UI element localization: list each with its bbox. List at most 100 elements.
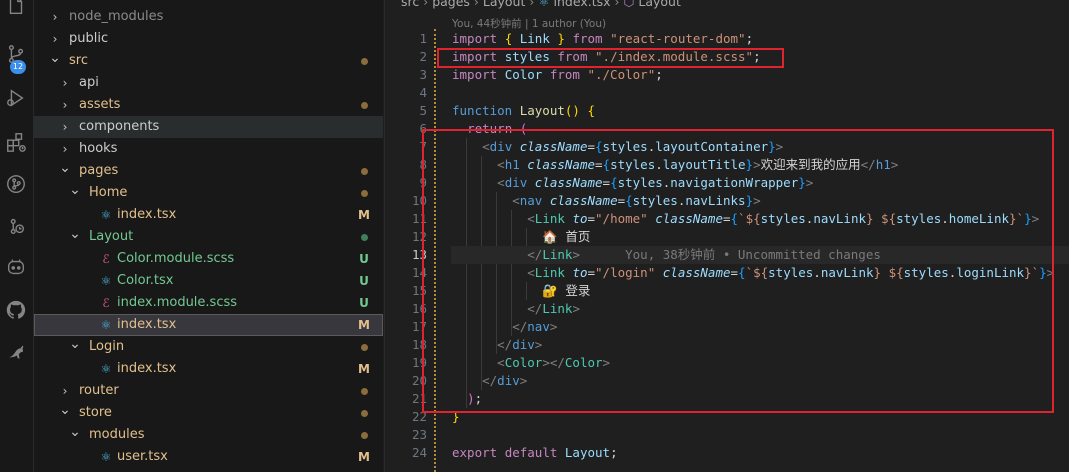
chevron-right-icon[interactable]: ›	[58, 138, 72, 160]
chevron-right-icon[interactable]: ›	[58, 380, 72, 402]
tree-folder[interactable]: › assets	[34, 94, 383, 116]
github-icon[interactable]	[4, 298, 28, 322]
line-number: 5	[419, 103, 427, 118]
chevron-down-icon[interactable]: ⌄	[68, 182, 82, 204]
code-token: from	[549, 67, 588, 82]
tree-file[interactable]: ⚛ Color.tsx U	[34, 270, 383, 292]
git-status-dot	[358, 160, 370, 182]
react-file-icon: ⚛	[100, 362, 112, 376]
remote-explorer-icon[interactable]	[4, 214, 28, 238]
files-icon[interactable]	[4, 0, 28, 18]
code-editor[interactable]: src › pages › Layout › ⚛ index.tsx › ⬡ L…	[384, 0, 1069, 472]
chevron-down-icon[interactable]: ⌄	[58, 402, 72, 424]
tree-file[interactable]: ℰ Color.module.scss U	[34, 248, 383, 270]
tree-folder[interactable]: ⌄ Login	[34, 336, 383, 358]
code-token: ;	[745, 31, 754, 46]
code-token: import	[452, 67, 505, 82]
tree-item-label: node_modules	[69, 9, 164, 24]
react-file-icon: ⚛	[538, 0, 554, 9]
code-token: Color	[504, 67, 550, 82]
breadcrumb-separator: ›	[469, 0, 483, 9]
tree-folder[interactable]: › router	[34, 380, 383, 402]
git-status-badge: U	[359, 252, 369, 266]
code-line[interactable]: export default Layout;	[452, 444, 618, 462]
line-number: 21	[411, 391, 427, 406]
git-status-badge: M	[358, 450, 370, 464]
tree-folder[interactable]: › components	[34, 116, 383, 138]
chevron-down-icon[interactable]: ⌄	[48, 50, 62, 72]
chevron-right-icon[interactable]: ›	[48, 28, 62, 50]
tree-folder[interactable]: › hooks	[34, 138, 383, 160]
sass-file-icon: ℰ	[102, 252, 110, 266]
copilot-icon[interactable]	[4, 255, 28, 279]
tree-item-label: Login	[89, 339, 125, 354]
tree-folder[interactable]: ⌄ pages	[34, 160, 383, 182]
react-file-icon: ⚛	[100, 450, 112, 464]
chevron-down-icon[interactable]: ⌄	[68, 424, 82, 446]
chevron-right-icon[interactable]: ›	[58, 72, 72, 94]
git-graph-icon[interactable]	[4, 172, 28, 196]
tree-file[interactable]: ⚛ user.tsx M	[34, 446, 383, 468]
chevron-right-icon[interactable]: ›	[58, 94, 72, 116]
tree-folder[interactable]: ⌄ store	[34, 402, 383, 424]
tree-file[interactable]: ℰindex.module.scss U	[34, 292, 383, 314]
tree-folder[interactable]: ⌄ Home	[34, 182, 383, 204]
code-token: from	[572, 31, 611, 46]
code-token: Layout	[564, 445, 611, 460]
extensions-icon[interactable]	[4, 130, 28, 154]
tree-folder[interactable]: ⌄ src	[34, 50, 383, 72]
chevron-right-icon[interactable]: ›	[58, 116, 72, 138]
breadcrumb-item[interactable]: Layout	[483, 0, 526, 9]
tree-item-label: api	[79, 75, 99, 90]
activity-bar: 12	[0, 0, 34, 472]
tree-folder[interactable]: › api	[34, 72, 383, 94]
tree-folder[interactable]: › public	[34, 28, 383, 50]
chevron-down-icon[interactable]: ⌄	[58, 160, 72, 182]
git-status-badge: M	[358, 208, 370, 222]
tree-item-label: public	[69, 31, 109, 46]
code-token: "react-router-dom"	[610, 31, 746, 46]
breadcrumb-item[interactable]: src	[401, 0, 419, 9]
chevron-down-icon[interactable]: ⌄	[68, 336, 82, 358]
chevron-down-icon[interactable]: ⌄	[68, 226, 82, 248]
breadcrumb-separator: ›	[610, 0, 624, 9]
tree-file[interactable]: ⚛ index.tsx M	[34, 314, 383, 336]
tree-file[interactable]: ⚛ index.tsx M	[34, 358, 383, 380]
line-number: 23	[411, 427, 427, 442]
tree-folder[interactable]: ⌄ Layout	[34, 226, 383, 248]
run-debug-icon[interactable]	[4, 86, 28, 110]
line-number: 11	[411, 211, 427, 226]
line-number: 12	[411, 229, 427, 244]
breadcrumb: src › pages › Layout › ⚛ index.tsx › ⬡ L…	[401, 0, 681, 10]
tree-item-label: pages	[79, 163, 119, 178]
chevron-right-icon[interactable]: ›	[48, 6, 62, 28]
breadcrumb-item[interactable]: pages	[432, 0, 470, 9]
code-line[interactable]: import Color from "./Color";	[452, 66, 663, 84]
tree-item-label: user.tsx	[117, 449, 168, 464]
code-token: }	[557, 31, 573, 46]
explorer-panel: › node_modules › public ⌄ src › api › assets › comp…	[34, 0, 383, 472]
line-number: 2	[419, 49, 427, 64]
breadcrumb-item[interactable]: Layout	[638, 0, 681, 9]
tree-item-label: index.tsx	[117, 207, 177, 222]
git-status-dot	[358, 402, 370, 424]
code-line[interactable]: import { Link } from "react-router-dom";	[452, 30, 753, 48]
tree-file[interactable]: ⚛ index.tsx M	[34, 204, 383, 226]
tree-folder[interactable]: › node_modules	[34, 6, 383, 28]
line-number: 10	[411, 193, 427, 208]
line-number: 3	[419, 67, 427, 82]
tree-folder[interactable]: ⌄ modules	[34, 424, 383, 446]
git-status-badge: U	[359, 274, 369, 288]
blame-codelens[interactable]: You, 44秒钟前 | 1 author (You)	[452, 16, 606, 31]
code-token: {	[504, 31, 520, 46]
code-line[interactable]: function Layout() {	[452, 102, 595, 120]
tree-item-label: assets	[79, 97, 121, 112]
line-number: 16	[411, 301, 427, 316]
breadcrumb-separator: ›	[419, 0, 433, 9]
kangaroo-icon[interactable]	[4, 340, 28, 364]
annotation-box-import	[437, 48, 784, 68]
line-number: 9	[419, 175, 427, 190]
code-token: Layout	[519, 103, 565, 118]
breadcrumb-item[interactable]: index.tsx	[554, 0, 611, 9]
line-number: 6	[419, 121, 427, 136]
